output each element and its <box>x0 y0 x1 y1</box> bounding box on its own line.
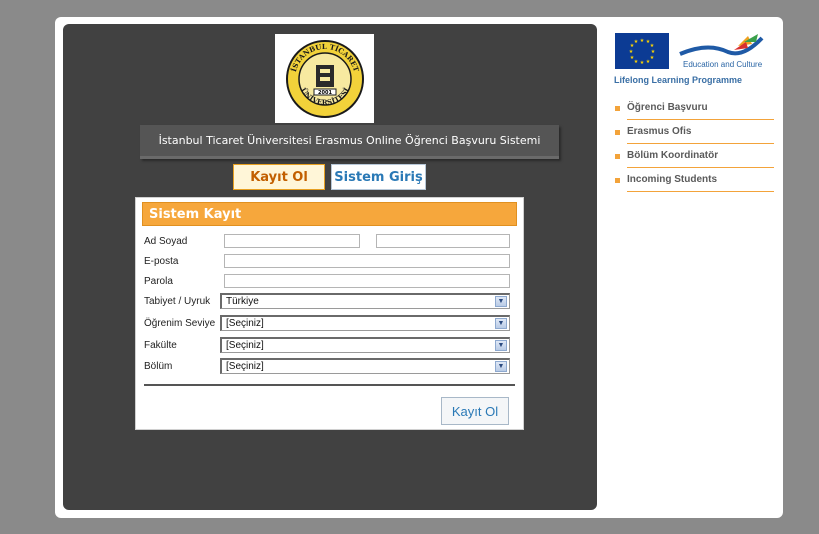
register-form: Sistem Kayıt Ad Soyad E-posta Parola Tab… <box>135 197 524 430</box>
svg-text:★: ★ <box>634 59 639 65</box>
llp-swoosh-icon <box>679 34 764 56</box>
sidebar-item-label: Bölüm Koordinatör <box>627 150 719 161</box>
sidebar-item-bolum-koordinator[interactable]: Bölüm Koordinatör <box>614 148 774 168</box>
sidebar-item-underline <box>627 191 774 192</box>
sidebar-item-erasmus-ofis[interactable]: Erasmus Ofis <box>614 124 774 144</box>
sidebar-item-ogrenci-basvuru[interactable]: Öğrenci Başvuru <box>614 100 774 120</box>
nationality-value: Türkiye <box>226 296 259 307</box>
svg-text:★: ★ <box>630 55 635 61</box>
chevron-down-icon[interactable]: ▼ <box>495 296 507 307</box>
email-input[interactable] <box>224 254 510 268</box>
level-select[interactable]: [Seçiniz] ▼ <box>220 315 510 331</box>
eu-flag-icon: ★ ★ ★ ★ ★ ★ ★ ★ ★ ★ ★ ★ <box>615 33 669 69</box>
llp-text: Lifelong Learning Programme <box>614 75 743 85</box>
level-label: Öğrenim Seviye <box>144 318 216 329</box>
form-divider <box>144 384 515 386</box>
password-label: Parola <box>144 276 173 287</box>
svg-text:★: ★ <box>640 38 645 44</box>
sidebar-item-label: Erasmus Ofis <box>627 126 692 137</box>
sidebar-item-underline <box>627 119 774 120</box>
bullet-icon <box>615 106 620 111</box>
svg-text:★: ★ <box>650 55 655 61</box>
department-select[interactable]: [Seçiniz] ▼ <box>220 358 510 374</box>
email-label: E-posta <box>144 256 179 267</box>
faculty-select[interactable]: [Seçiniz] ▼ <box>220 337 510 353</box>
sidebar-item-label: Öğrenci Başvuru <box>627 102 708 113</box>
svg-text:★: ★ <box>640 60 645 66</box>
logo-year: 2001 <box>318 90 332 96</box>
tab-register[interactable]: Kayıt Ol <box>233 164 325 190</box>
register-submit-button[interactable]: Kayıt Ol <box>441 397 509 425</box>
form-title: Sistem Kayıt <box>142 202 517 226</box>
nationality-label: Tabiyet / Uyruk <box>144 296 211 307</box>
level-value: [Seçiniz] <box>226 318 264 329</box>
sidebar-item-label: Incoming Students <box>627 174 717 185</box>
page-title: İstanbul Ticaret Üniversitesi Erasmus On… <box>140 125 559 159</box>
password-input[interactable] <box>224 274 510 288</box>
sidebar-item-underline <box>627 167 774 168</box>
first-name-input[interactable] <box>224 234 360 248</box>
bullet-icon <box>615 130 620 135</box>
chevron-down-icon[interactable]: ▼ <box>495 340 507 351</box>
last-name-input[interactable] <box>376 234 510 248</box>
university-seal-icon: 2001 İSTANBUL TİCARET ÜNİVERSİTESİ <box>285 39 364 118</box>
name-label: Ad Soyad <box>144 236 188 247</box>
bullet-icon <box>615 178 620 183</box>
svg-text:★: ★ <box>634 39 639 45</box>
faculty-value: [Seçiniz] <box>226 340 264 351</box>
bullet-icon <box>615 154 620 159</box>
university-logo: 2001 İSTANBUL TİCARET ÜNİVERSİTESİ <box>275 34 374 123</box>
department-value: [Seçiniz] <box>226 361 264 372</box>
svg-text:★: ★ <box>646 59 651 65</box>
sidebar-item-incoming-students[interactable]: Incoming Students <box>614 172 774 192</box>
chevron-down-icon[interactable]: ▼ <box>495 318 507 329</box>
faculty-label: Fakülte <box>144 340 177 351</box>
nationality-select[interactable]: Türkiye ▼ <box>220 293 510 309</box>
eac-text: Education and Culture <box>683 60 763 69</box>
svg-text:★: ★ <box>629 49 634 55</box>
tab-login[interactable]: Sistem Giriş <box>331 164 426 190</box>
sidebar-item-underline <box>627 143 774 144</box>
chevron-down-icon[interactable]: ▼ <box>495 361 507 372</box>
department-label: Bölüm <box>144 361 173 372</box>
